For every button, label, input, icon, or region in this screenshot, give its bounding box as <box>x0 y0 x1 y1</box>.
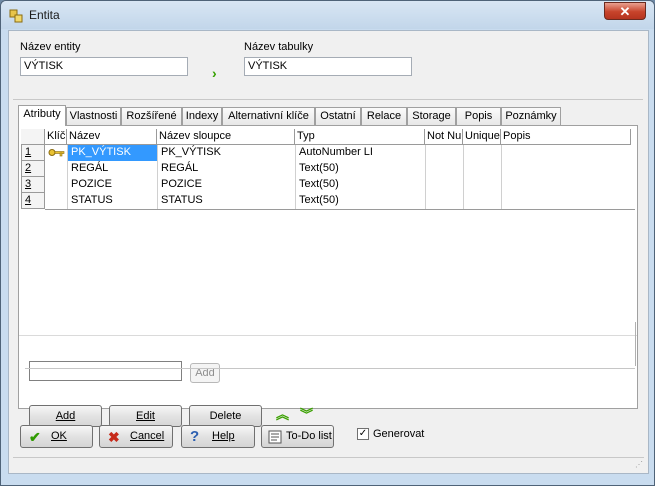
divider <box>635 322 636 366</box>
grid-line <box>501 145 502 209</box>
divider <box>13 99 643 100</box>
close-button[interactable]: ✕ <box>604 2 646 20</box>
tab-vlastnosti[interactable]: Vlastnosti <box>66 107 121 125</box>
checkmark-icon: ✔ <box>29 429 41 445</box>
todo-list-icon <box>268 430 282 444</box>
tab-ostatni[interactable]: Ostatní <box>315 107 361 125</box>
entity-name-field[interactable]: VÝTISK <box>20 57 188 76</box>
attributes-grid[interactable]: Klíč Název Název sloupce Typ Not Nu Uniq… <box>21 129 635 335</box>
table-row-column[interactable]: POZICE <box>158 177 295 193</box>
add-attribute-button[interactable]: Add <box>190 363 220 383</box>
title-bar[interactable]: Entita ✕ <box>1 1 654 29</box>
table-row-name[interactable]: REGÁL <box>68 161 157 177</box>
row-number[interactable]: 3 <box>21 177 45 193</box>
grid-bottom-line <box>45 209 635 210</box>
table-name-field[interactable]: VÝTISK <box>244 57 412 76</box>
chevron-right-icon: › <box>212 65 217 81</box>
move-down-icon[interactable]: ︾ <box>300 408 313 421</box>
table-row-name[interactable]: PK_VÝTISK <box>68 145 157 161</box>
todo-list-button[interactable]: To-Do list <box>261 425 334 448</box>
tab-indexy[interactable]: Indexy <box>182 107 222 125</box>
move-up-icon[interactable]: ︽ <box>276 408 289 421</box>
cancel-button-label: Cancel <box>130 430 165 442</box>
column-header-type[interactable]: Typ <box>295 129 425 145</box>
table-row-name[interactable]: POZICE <box>68 177 157 193</box>
edit-button[interactable]: Edit <box>109 405 182 427</box>
status-bar: ⋰ <box>13 457 644 471</box>
column-header-name[interactable]: Název <box>67 129 157 145</box>
table-name-label: Název tabulky <box>244 41 314 53</box>
row-number[interactable]: 1 <box>21 145 45 161</box>
help-button[interactable]: ? Help <box>181 425 255 448</box>
table-row-column[interactable]: REGÁL <box>158 161 295 177</box>
resize-grip-icon[interactable]: ⋰ <box>635 460 643 469</box>
table-row-type[interactable]: Text(50) <box>296 161 425 177</box>
tab-alternativni-klice[interactable]: Alternativní klíče <box>222 107 315 125</box>
ok-button[interactable]: ✔ OK <box>20 425 93 448</box>
table-row-column[interactable]: PK_VÝTISK <box>158 145 295 161</box>
table-row-type[interactable]: Text(50) <box>296 177 425 193</box>
todo-list-button-label: To-Do list <box>286 430 332 442</box>
help-icon: ? <box>190 428 200 445</box>
tab-atributy[interactable]: Atributy <box>18 105 66 126</box>
edit-button-label: Edit <box>136 410 155 422</box>
divider <box>19 335 637 336</box>
column-header-not-null[interactable]: Not Nu <box>425 129 463 145</box>
attributes-panel: Klíč Název Název sloupce Typ Not Nu Uniq… <box>18 125 638 427</box>
tab-popis[interactable]: Popis <box>456 107 501 125</box>
row-number[interactable]: 4 <box>21 193 45 209</box>
grid-line <box>463 145 464 209</box>
column-header-unique[interactable]: Unique <box>463 129 501 145</box>
cancel-button[interactable]: ✖ Cancel <box>99 425 173 448</box>
dialog-client: Název entity VÝTISK › Název tabulky VÝTI… <box>8 30 649 474</box>
new-attribute-input[interactable] <box>29 361 182 381</box>
column-header-column-name[interactable]: Název sloupce <box>157 129 295 145</box>
help-button-label: Help <box>212 430 235 442</box>
table-row-type[interactable]: AutoNumber LI <box>296 145 425 161</box>
table-row-type[interactable]: Text(50) <box>296 193 425 209</box>
generate-checkbox[interactable]: ✓ <box>357 428 369 440</box>
table-row-column[interactable]: STATUS <box>158 193 295 209</box>
entity-dialog: Entita ✕ Název entity VÝTISK › Název tab… <box>0 0 655 486</box>
tab-relace[interactable]: Relace <box>361 107 407 125</box>
key-icon <box>48 149 65 157</box>
divider <box>25 368 635 369</box>
entity-icon <box>9 9 23 23</box>
tab-rozsirene[interactable]: Rozšířené <box>121 107 182 125</box>
ok-button-label: OK <box>51 430 67 442</box>
add-button-label: Add <box>55 410 76 422</box>
grid-line <box>425 145 426 209</box>
tab-storage[interactable]: Storage <box>407 107 456 125</box>
row-number[interactable]: 2 <box>21 161 45 177</box>
column-header-key[interactable]: Klíč <box>45 129 67 145</box>
row-header-corner <box>21 129 45 145</box>
delete-button-label: Delete <box>209 410 242 422</box>
close-icon: ✕ <box>619 4 631 19</box>
cancel-icon: ✖ <box>108 429 120 445</box>
entity-name-label: Název entity <box>20 41 81 53</box>
generate-label: Generovat <box>373 428 425 440</box>
table-row-name[interactable]: STATUS <box>68 193 157 209</box>
column-header-description[interactable]: Popis <box>501 129 631 145</box>
delete-button[interactable]: Delete <box>189 405 262 427</box>
window-title: Entita <box>29 8 60 22</box>
tab-poznamky[interactable]: Poznámky <box>501 107 561 125</box>
add-button[interactable]: Add <box>29 405 102 427</box>
